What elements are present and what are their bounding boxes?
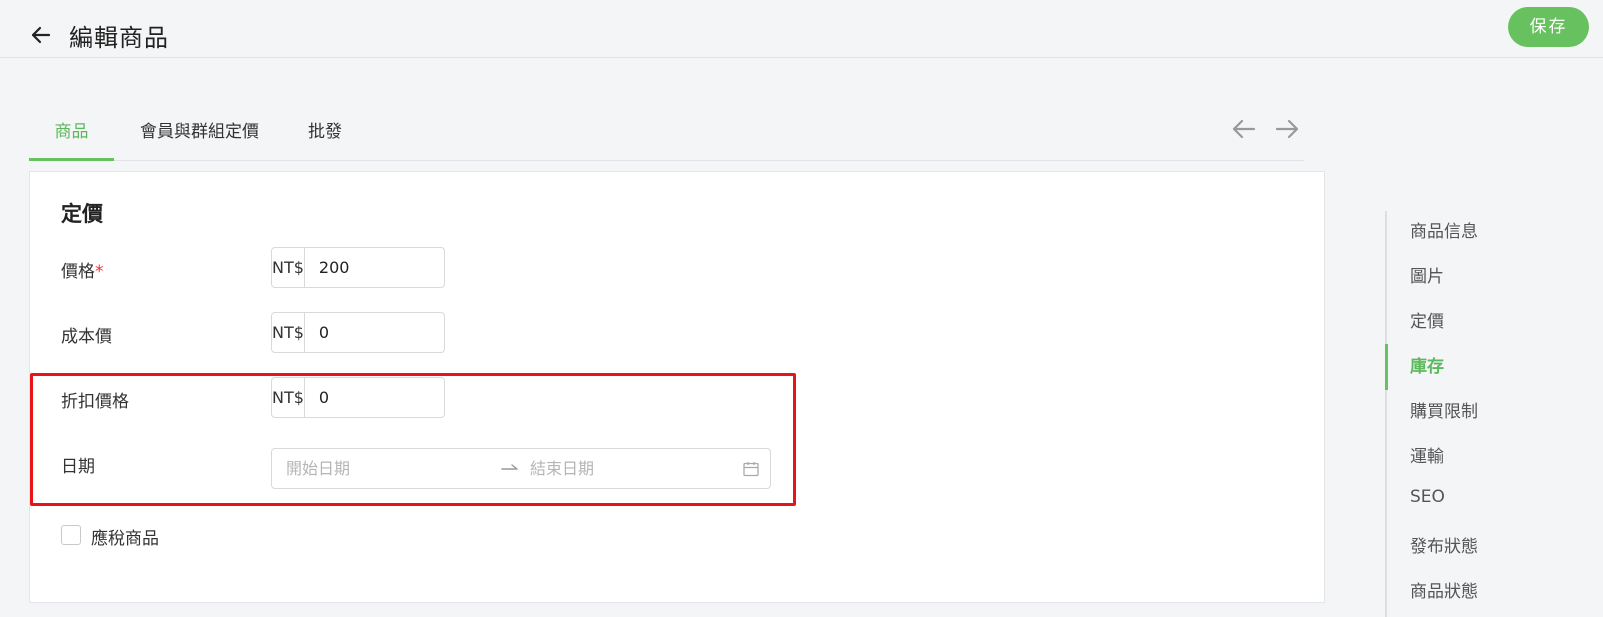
- currency-prefix: NT$: [272, 313, 305, 352]
- side-nav-item-images[interactable]: 圖片: [1410, 262, 1444, 287]
- back-arrow-icon[interactable]: [28, 22, 54, 48]
- highlight-annotation-box: [30, 373, 796, 506]
- taxable-checkbox[interactable]: [61, 525, 81, 545]
- side-nav-item-purchase-limits[interactable]: 購買限制: [1410, 397, 1478, 422]
- tab-wholesale[interactable]: 批發: [305, 100, 345, 161]
- side-nav-item-product-status[interactable]: 商品狀態: [1410, 577, 1478, 602]
- cost-field: NT$: [271, 312, 519, 353]
- side-nav-item-inventory[interactable]: 庫存: [1410, 352, 1444, 377]
- side-nav-item-product-info[interactable]: 商品信息: [1410, 217, 1478, 242]
- section-title: 定價: [61, 202, 103, 226]
- currency-prefix: NT$: [272, 248, 305, 287]
- side-nav-item-seo[interactable]: SEO: [1410, 487, 1445, 507]
- previous-arrow-icon[interactable]: [1229, 114, 1259, 144]
- price-field: NT$: [271, 247, 519, 288]
- next-arrow-icon[interactable]: [1272, 114, 1302, 144]
- tab-member-group-pricing[interactable]: 會員與群組定價: [137, 100, 262, 161]
- side-nav-active-indicator: [1385, 344, 1388, 390]
- side-nav-item-pricing[interactable]: 定價: [1410, 307, 1444, 332]
- price-label-text: 價格: [61, 262, 95, 282]
- tab-product[interactable]: 商品: [29, 100, 114, 161]
- required-mark: *: [95, 262, 104, 282]
- page-title: 編輯商品: [69, 24, 169, 52]
- taxable-label: 應稅商品: [91, 529, 159, 549]
- cost-label: 成本價: [61, 327, 112, 347]
- save-button[interactable]: 保存: [1508, 7, 1589, 47]
- price-label: 價格*: [61, 257, 104, 282]
- pricing-card: 定價 價格* NT$ 成本價 NT$ 折扣價格 NT$ 日期 開始日期 結束日期: [29, 171, 1325, 603]
- side-nav-item-shipping[interactable]: 運輸: [1410, 442, 1444, 467]
- top-bar: 編輯商品 保存: [0, 0, 1603, 58]
- tab-bar: 商品 會員與群組定價 批發: [29, 100, 1304, 161]
- cost-input[interactable]: [304, 313, 519, 352]
- section-side-nav: 商品信息 圖片 定價 庫存 購買限制 運輸 SEO 發布狀態 商品狀態: [1385, 211, 1545, 617]
- price-input[interactable]: [304, 248, 519, 287]
- side-nav-item-publish-status[interactable]: 發布狀態: [1410, 532, 1478, 557]
